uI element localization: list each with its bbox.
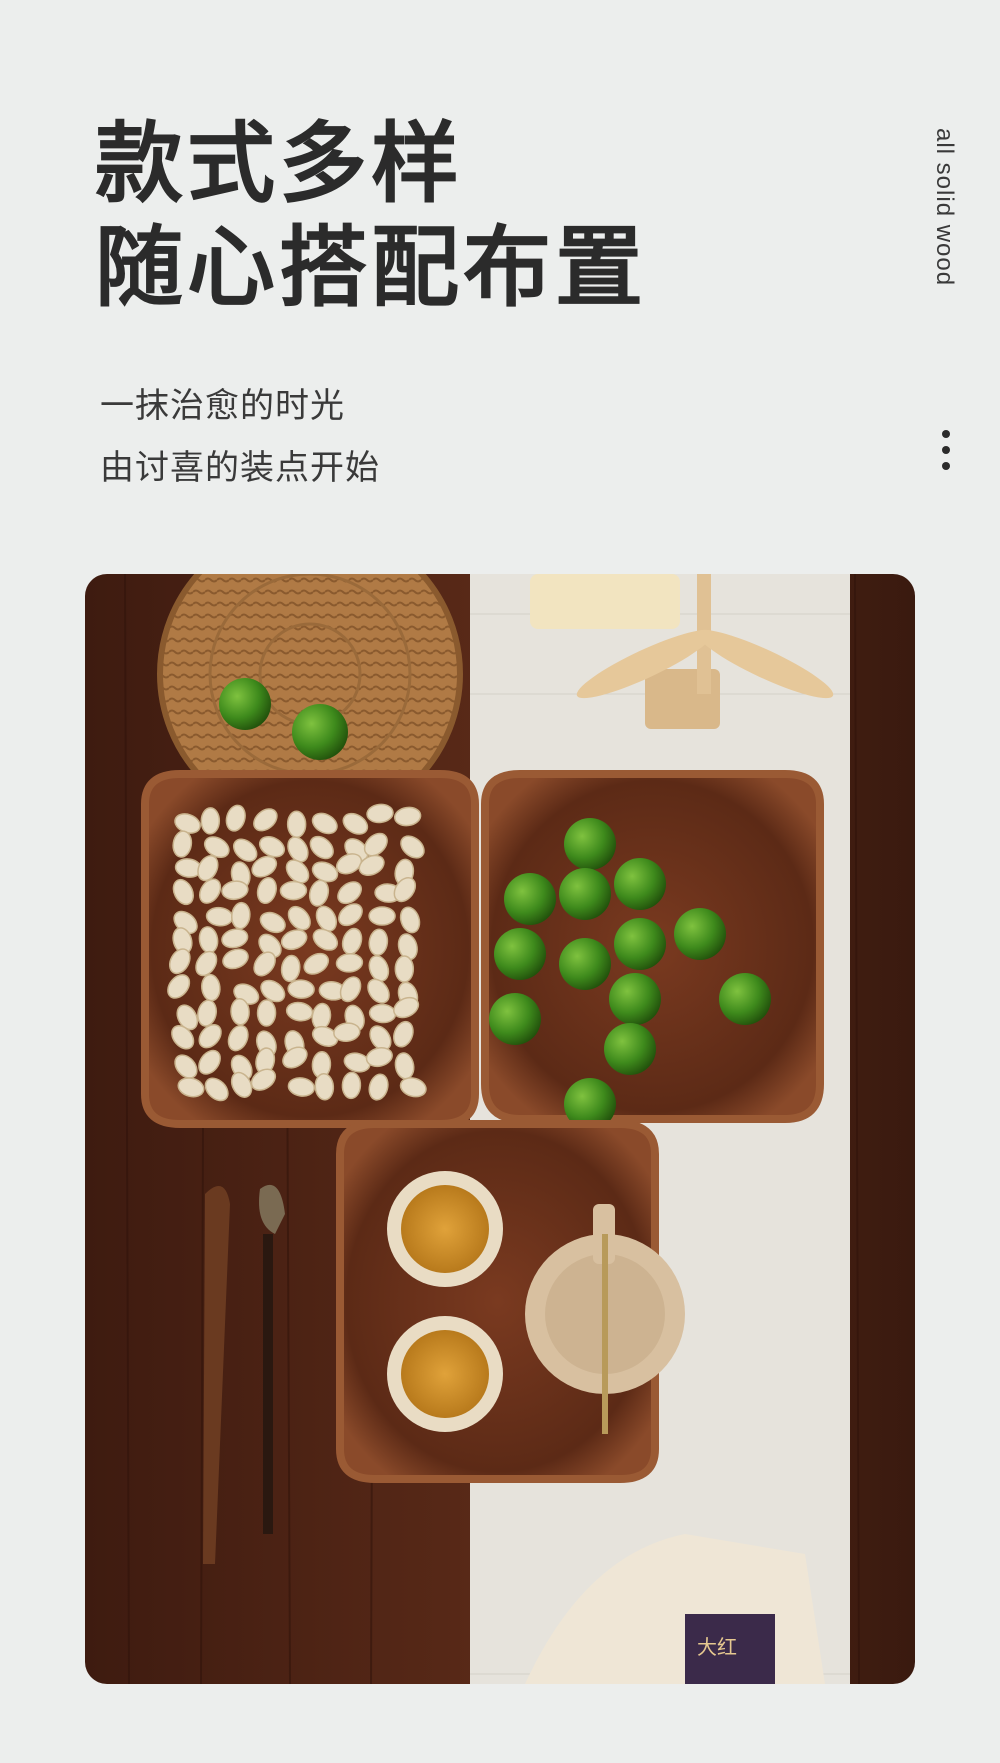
title-line-2: 随心搭配布置	[95, 216, 648, 319]
pistachio	[279, 880, 308, 901]
lime	[504, 873, 556, 925]
pistachio	[341, 1071, 362, 1100]
product-photo: 大红	[85, 574, 915, 1684]
tea-package-label: 大红	[697, 1635, 737, 1659]
pistachio	[256, 999, 277, 1027]
snack-bag	[530, 574, 680, 629]
pistachio	[287, 979, 315, 999]
tea-tray	[336, 1120, 685, 1483]
lime	[559, 868, 611, 920]
lime	[719, 973, 771, 1025]
lime	[614, 858, 666, 910]
page-title: 款式多样 随心搭配布置	[95, 112, 647, 320]
lime	[674, 908, 726, 960]
pistachio-tray	[141, 770, 479, 1128]
vertical-tagline: all solid wood	[931, 128, 958, 287]
pistachio	[286, 810, 307, 839]
lime	[564, 818, 616, 870]
lime-tray	[481, 770, 824, 1130]
subtitle-line-2: 由讨喜的装点开始	[100, 448, 380, 488]
lime	[559, 938, 611, 990]
lime	[489, 993, 541, 1045]
subtitle: 一抹治愈的时光 由讨喜的装点开始	[100, 375, 380, 499]
lime	[292, 704, 348, 760]
pistachio	[368, 906, 396, 926]
pistachio	[394, 955, 415, 983]
lime	[219, 678, 271, 730]
lime	[614, 918, 666, 970]
tea-package: 大红	[685, 1614, 775, 1684]
lime	[604, 1023, 656, 1075]
lime	[494, 928, 546, 980]
subtitle-line-1: 一抹治愈的时光	[100, 386, 345, 426]
pistachio	[200, 807, 221, 835]
pistachio	[230, 997, 250, 1026]
lime	[609, 973, 661, 1025]
more-options-icon[interactable]	[936, 430, 956, 480]
title-line-1: 款式多样	[95, 112, 464, 215]
